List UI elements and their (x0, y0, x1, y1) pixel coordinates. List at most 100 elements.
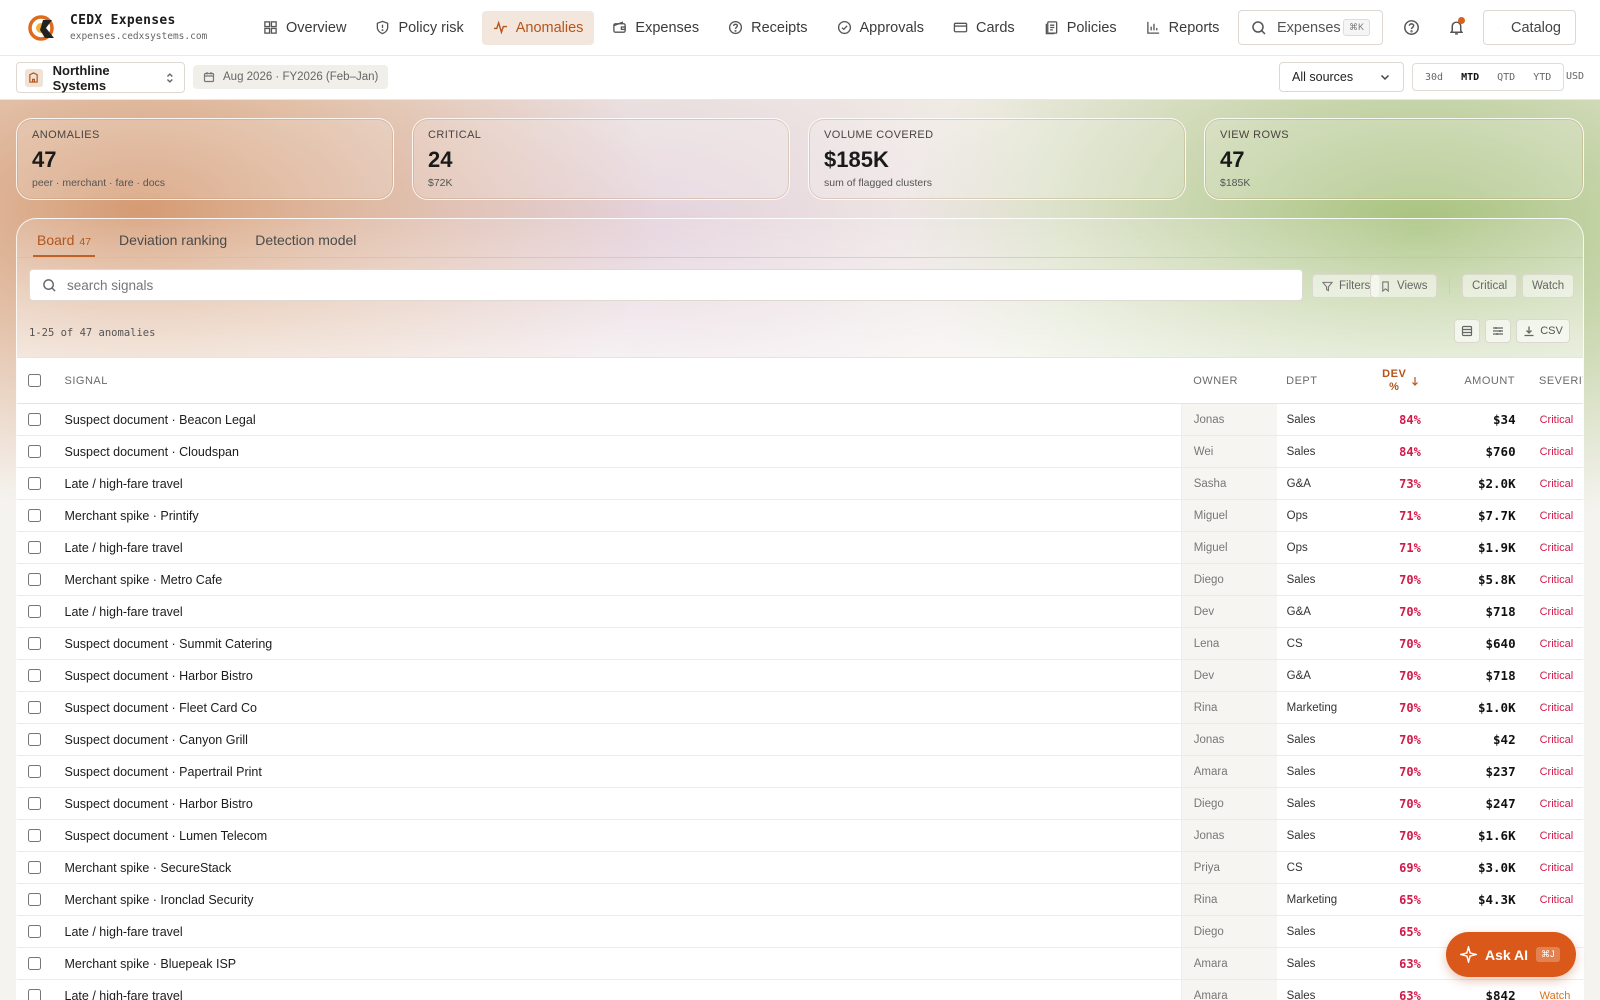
row-checkbox[interactable] (28, 925, 41, 938)
row-checkbox[interactable] (28, 765, 41, 778)
stat-card-view-rows[interactable]: VIEW ROWS 47 $185K (1204, 118, 1584, 200)
table-row[interactable]: Suspect document · Lumen Telecom Jonas Sal… (17, 820, 1583, 852)
table-row[interactable]: Merchant spike · Bluepeak ISP Amara Sales 6… (17, 948, 1583, 980)
stat-card-anomalies[interactable]: ANOMALIES 47 peer · merchant · fare · do… (16, 118, 394, 200)
table-row[interactable]: Late / high-fare travel Amara Sales 63% $842… (17, 980, 1583, 1000)
nav-anomalies[interactable]: Anomalies (481, 10, 595, 45)
notifications-button[interactable] (1445, 16, 1467, 38)
table-row[interactable]: Late / high-fare travel Dev G&A 70% $718 Crit… (17, 596, 1583, 628)
range-30d[interactable]: 30d (1416, 67, 1452, 88)
tab-detection-model[interactable]: Detection model (251, 232, 360, 257)
row-checkbox[interactable] (28, 701, 41, 714)
nav-cards[interactable]: Cards (942, 11, 1026, 45)
table-row[interactable]: Suspect document · Harbor Bistro Dev G&A 70… (17, 660, 1583, 692)
watch-filter-chip[interactable]: Watch (1522, 274, 1575, 298)
table-row[interactable]: Suspect document · Fleet Card Co Rina Mark… (17, 692, 1583, 724)
row-checkbox[interactable] (28, 733, 41, 746)
cell-signal[interactable]: Suspect document · Cloudspan (65, 436, 1182, 467)
cell-signal[interactable]: Merchant spike · Ironclad Security (65, 884, 1182, 915)
cell-signal[interactable]: Merchant spike · Metro Cafe (65, 564, 1182, 595)
col-header-dev-pct[interactable]: DEV% (1357, 368, 1420, 394)
nav-receipts[interactable]: Receipts (717, 11, 818, 45)
columns-button[interactable] (1485, 319, 1511, 343)
cell-signal[interactable]: Suspect document · Canyon Grill (65, 724, 1182, 755)
col-header-dept[interactable]: DEPT (1276, 358, 1357, 403)
help-button[interactable] (1400, 16, 1422, 38)
row-checkbox[interactable] (28, 477, 41, 490)
table-row[interactable]: Merchant spike · Printify Miguel Ops 71% $7.… (17, 500, 1583, 532)
row-checkbox[interactable] (28, 509, 41, 522)
col-header-amount[interactable]: AMOUNT (1420, 375, 1515, 387)
table-row[interactable]: Merchant spike · Ironclad Security Rina Ma… (17, 884, 1583, 916)
row-checkbox[interactable] (28, 445, 41, 458)
table-row[interactable]: Suspect document · Beacon Legal Jonas Sale… (17, 404, 1583, 436)
range-mtd[interactable]: MTD (1452, 67, 1488, 88)
catalog-button[interactable]: Catalog (1483, 10, 1576, 45)
table-row[interactable]: Suspect document · Cloudspan Wei Sales 84% $… (17, 436, 1583, 468)
stat-card-critical[interactable]: CRITICAL 24 $72K (412, 118, 790, 200)
signal-search-input[interactable]: search signals (29, 269, 1303, 301)
table-row[interactable]: Suspect document · Summit Catering Lena CS… (17, 628, 1583, 660)
row-checkbox[interactable] (28, 829, 41, 842)
critical-filter-chip[interactable]: Critical (1462, 274, 1518, 298)
range-qtd[interactable]: QTD (1488, 67, 1524, 88)
nav-reports[interactable]: Reports (1135, 11, 1231, 45)
table-row[interactable]: Merchant spike · SecureStack Priya CS 69% $3… (17, 852, 1583, 884)
cell-signal[interactable]: Suspect document · Fleet Card Co (65, 692, 1182, 723)
source-select[interactable]: All sources (1279, 62, 1404, 92)
row-checkbox[interactable] (28, 637, 41, 650)
range-ytd[interactable]: YTD (1524, 67, 1560, 88)
row-checkbox[interactable] (28, 413, 41, 426)
table-row[interactable]: Suspect document · Harbor Bistro Diego Sal… (17, 788, 1583, 820)
cell-signal[interactable]: Suspect document · Summit Catering (65, 628, 1182, 659)
row-checkbox[interactable] (28, 541, 41, 554)
row-checkbox[interactable] (28, 573, 41, 586)
select-all-checkbox[interactable] (28, 374, 41, 387)
nav-approvals[interactable]: Approvals (826, 11, 935, 45)
cell-signal[interactable]: Merchant spike · Bluepeak ISP (65, 948, 1182, 979)
cell-signal[interactable]: Late / high-fare travel (65, 916, 1182, 947)
col-header-severity[interactable]: SEVERITY (1515, 375, 1583, 387)
nav-policy-risk[interactable]: Policy risk (364, 11, 474, 45)
table-row[interactable]: Suspect document · Papertrail Print Amara… (17, 756, 1583, 788)
nav-overview[interactable]: Overview (252, 11, 357, 45)
stat-card-volume-covered[interactable]: VOLUME COVERED $185K sum of flagged clus… (808, 118, 1186, 200)
cell-signal[interactable]: Late / high-fare travel (65, 596, 1182, 627)
brand[interactable]: CEDX Expenses expenses.cedxsystems.com (28, 13, 228, 42)
cell-signal[interactable]: Late / high-fare travel (65, 980, 1182, 1000)
table-row[interactable]: Suspect document · Canyon Grill Jonas Sale… (17, 724, 1583, 756)
cell-signal[interactable]: Suspect document · Lumen Telecom (65, 820, 1182, 851)
col-header-signal[interactable]: SIGNAL (65, 358, 1182, 403)
global-search-button[interactable]: Expenses ⌘K (1238, 10, 1383, 45)
ask-ai-button[interactable]: Ask AI ⌘J (1446, 932, 1576, 977)
tab-board[interactable]: Board 47 (33, 232, 96, 257)
nav-policies[interactable]: Policies (1033, 11, 1128, 45)
row-checkbox[interactable] (28, 669, 41, 682)
col-header-owner[interactable]: OWNER (1181, 358, 1276, 403)
row-checkbox[interactable] (28, 989, 41, 1000)
density-button[interactable] (1454, 319, 1480, 343)
views-button[interactable]: Views (1370, 274, 1438, 298)
tab-deviation-ranking[interactable]: Deviation ranking (115, 232, 231, 257)
period-selector[interactable]: Aug 2026 · FY2026 (Feb–Jan) (193, 65, 389, 89)
row-checkbox[interactable] (28, 605, 41, 618)
cell-signal[interactable]: Suspect document · Papertrail Print (65, 756, 1182, 787)
table-row[interactable]: Late / high-fare travel Sasha G&A 73% $2.0K C… (17, 468, 1583, 500)
cell-signal[interactable]: Late / high-fare travel (65, 532, 1182, 563)
table-row[interactable]: Merchant spike · Metro Cafe Diego Sales 70%… (17, 564, 1583, 596)
table-row[interactable]: Late / high-fare travel Miguel Ops 71% $1.9K… (17, 532, 1583, 564)
cell-signal[interactable]: Merchant spike · Printify (65, 500, 1182, 531)
org-switcher[interactable]: Northline Systems (16, 62, 185, 93)
cell-signal[interactable]: Suspect document · Beacon Legal (65, 404, 1182, 435)
csv-export-button[interactable]: CSV (1516, 319, 1570, 343)
nav-expenses[interactable]: Expenses (601, 11, 710, 45)
cell-signal[interactable]: Suspect document · Harbor Bistro (65, 788, 1182, 819)
cell-signal[interactable]: Late / high-fare travel (65, 468, 1182, 499)
table-row[interactable]: Late / high-fare travel Diego Sales 65% (17, 916, 1583, 948)
row-checkbox[interactable] (28, 797, 41, 810)
cell-signal[interactable]: Suspect document · Harbor Bistro (65, 660, 1182, 691)
row-checkbox[interactable] (28, 893, 41, 906)
cell-signal[interactable]: Merchant spike · SecureStack (65, 852, 1182, 883)
row-checkbox[interactable] (28, 957, 41, 970)
row-checkbox[interactable] (28, 861, 41, 874)
